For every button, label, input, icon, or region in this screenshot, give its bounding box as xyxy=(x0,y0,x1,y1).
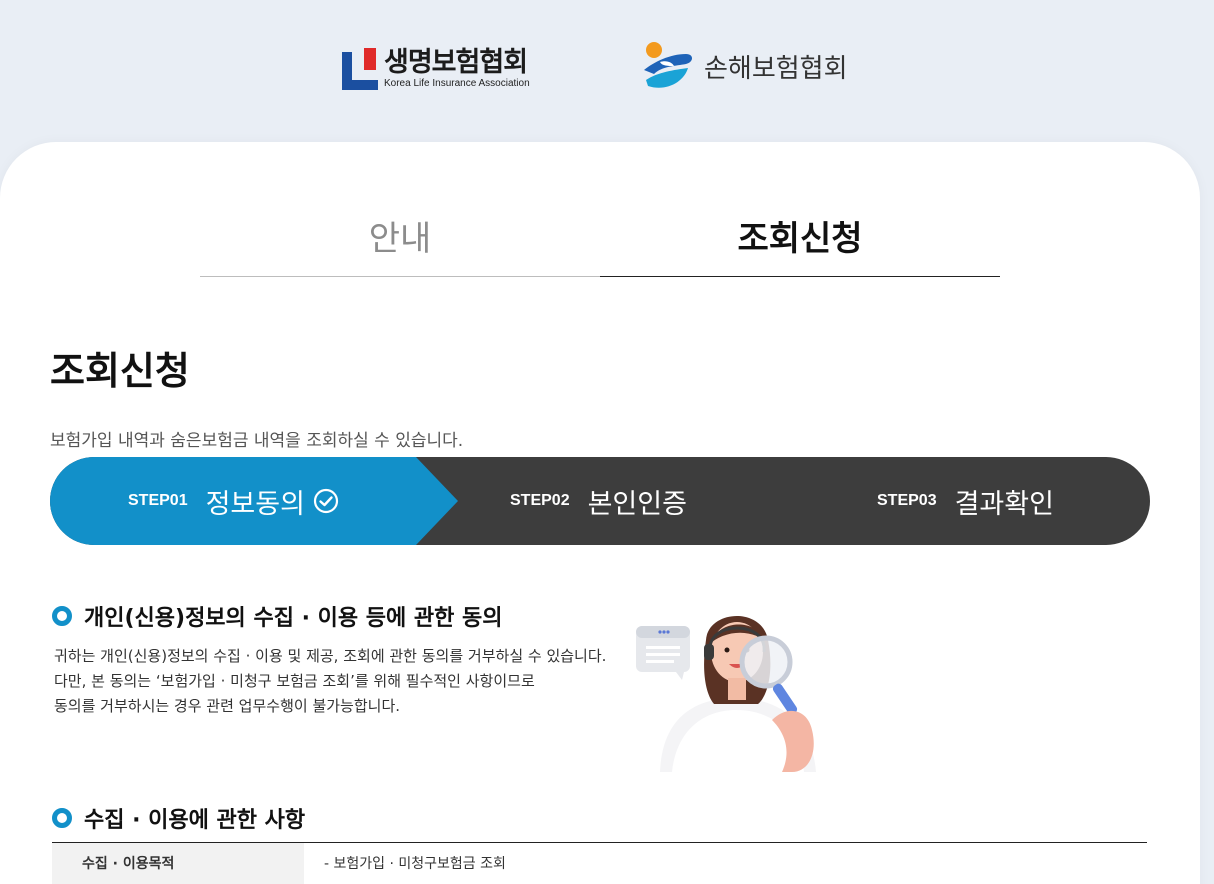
page-description: 보험가입 내역과 숨은보험금 내역을 조회하실 수 있습니다. xyxy=(50,431,464,451)
life-insurance-mark-icon xyxy=(342,48,380,90)
table-cell-purpose: - 보험가입 · 미청구보험금 조회 xyxy=(324,856,506,872)
section-collection-title: 수집 · 이용에 관한 사항 xyxy=(84,808,306,833)
tab-guide[interactable]: 안내 xyxy=(200,214,600,277)
tab-bar: 안내 조회신청 xyxy=(200,214,1000,278)
section-consent-heading: 개인(신용)정보의 수집 · 이용 등에 관한 동의 xyxy=(52,600,503,632)
step-3-label: 결과확인 xyxy=(954,488,1054,520)
nonlife-insurance-mark-icon xyxy=(640,40,696,92)
life-logo-en: Korea Life Insurance Association xyxy=(384,78,530,89)
table-row: 수집 · 이용목적 - 보험가입 · 미청구보험금 조회 xyxy=(52,843,1147,884)
step-1: STEP01 정보동의 xyxy=(128,457,339,545)
section-collection-heading: 수집 · 이용에 관한 사항 xyxy=(52,802,305,834)
header: 생명보험협회 Korea Life Insurance Association … xyxy=(0,0,1214,140)
check-circle-icon xyxy=(313,488,339,514)
step-progress-bar: STEP01 정보동의 STEP02 본인인증 STEP03 결과확인 xyxy=(50,457,1150,545)
step-3: STEP03 결과확인 xyxy=(877,457,1054,545)
consultant-illustration xyxy=(632,600,842,780)
life-insurance-logo[interactable]: 생명보험협회 Korea Life Insurance Association xyxy=(342,46,530,92)
step-1-label: 정보동의 xyxy=(205,488,305,520)
bullet-ring-icon xyxy=(52,606,72,626)
life-logo-ko: 생명보험협회 xyxy=(384,47,528,78)
consent-line-1: 귀하는 개인(신용)정보의 수집 · 이용 및 제공, 조회에 관한 동의를 거… xyxy=(54,647,607,665)
bullet-ring-icon xyxy=(52,808,72,828)
main-card: 안내 조회신청 조회신청 보험가입 내역과 숨은보험금 내역을 조회하실 수 있… xyxy=(0,142,1200,884)
table-header-purpose: 수집 · 이용목적 xyxy=(52,843,304,884)
step-3-number: STEP03 xyxy=(877,492,937,509)
step-2-number: STEP02 xyxy=(510,492,570,509)
step-2-label: 본인인증 xyxy=(587,488,687,520)
step-2: STEP02 본인인증 xyxy=(510,457,687,545)
step-1-number: STEP01 xyxy=(128,492,188,509)
nonlife-logo-ko: 손해보험협회 xyxy=(704,53,848,84)
page-title: 조회신청 xyxy=(50,349,190,393)
section-consent-title: 개인(신용)정보의 수집 · 이용 등에 관한 동의 xyxy=(84,606,503,631)
consent-line-3: 동의를 거부하시는 경우 관련 업무수행이 불가능합니다. xyxy=(54,697,401,715)
consent-line-2: 다만, 본 동의는 ‘보험가입 · 미청구 보험금 조회’를 위해 필수적인 사… xyxy=(54,672,535,690)
section-consent-body: 귀하는 개인(신용)정보의 수집 · 이용 및 제공, 조회에 관한 동의를 거… xyxy=(54,644,606,719)
nonlife-insurance-logo[interactable]: 손해보험협회 xyxy=(640,40,848,92)
tab-inquiry-request[interactable]: 조회신청 xyxy=(600,214,1000,277)
